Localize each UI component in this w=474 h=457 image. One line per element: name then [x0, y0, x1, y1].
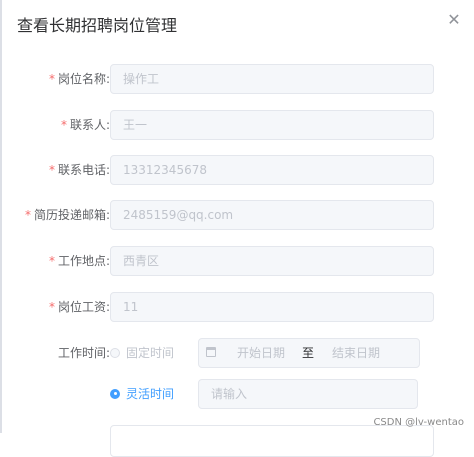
date-range-picker[interactable]: 开始日期 至 结束日期	[198, 338, 420, 368]
contact-person-input[interactable]: 王一	[110, 110, 434, 140]
calendar-icon	[206, 347, 216, 357]
field-label-text: 联系人:	[69, 118, 110, 132]
field-label-text: 岗位名称:	[57, 72, 110, 86]
form-row-flexible-time: 灵活时间 请输入	[0, 379, 474, 409]
field-label-text: 简历投递邮箱:	[33, 208, 110, 222]
dialog-title: 查看长期招聘岗位管理	[17, 16, 178, 35]
range-start-input[interactable]: 开始日期	[237, 339, 285, 367]
form-row-work-time: 工作时间: 固定时间 开始日期 至 结束日期	[0, 338, 474, 368]
field-label-text: 岗位工资:	[57, 300, 110, 314]
fixed-time-radio[interactable]: 固定时间	[110, 338, 174, 368]
required-asterisk: *	[48, 254, 55, 268]
contact-phone-input[interactable]: 13312345678	[110, 155, 434, 185]
flexible-time-label: 灵活时间	[126, 387, 175, 401]
field-label: * 联系人:	[61, 110, 110, 140]
required-asterisk: *	[24, 208, 31, 222]
field-label: * 工作地点:	[49, 246, 110, 276]
form-row-position-name: * 岗位名称: 操作工	[0, 64, 474, 94]
field-label-text: 工作地点:	[57, 254, 110, 268]
required-asterisk: *	[48, 300, 55, 314]
flexible-time-input[interactable]: 请输入	[198, 379, 418, 409]
watermark: CSDN @lv-wentao	[373, 417, 464, 428]
required-asterisk: *	[60, 118, 67, 132]
field-label: * 岗位工资:	[49, 292, 110, 322]
required-asterisk: *	[48, 163, 55, 177]
radio-circle-icon	[110, 347, 120, 358]
work-location-input[interactable]: 西青区	[110, 246, 434, 276]
form-row-resume-email: * 简历投递邮箱: 2485159@qq.com	[0, 200, 474, 230]
field-label: * 岗位名称:	[49, 64, 110, 94]
range-end-input[interactable]: 结束日期	[332, 339, 380, 367]
next-field-input[interactable]	[110, 425, 434, 457]
salary-input[interactable]: 11	[110, 292, 434, 322]
required-asterisk: *	[48, 72, 55, 86]
flexible-time-radio[interactable]: 灵活时间	[110, 379, 174, 409]
close-icon[interactable]: ✕	[446, 12, 462, 28]
range-separator: 至	[302, 346, 315, 360]
form-row-contact-phone: * 联系电话: 13312345678	[0, 155, 474, 185]
position-name-input[interactable]: 操作工	[110, 64, 434, 94]
fixed-time-label: 固定时间	[126, 346, 175, 360]
work-time-label: 工作时间:	[57, 346, 110, 360]
form-row-contact-person: * 联系人: 王一	[0, 110, 474, 140]
resume-email-input[interactable]: 2485159@qq.com	[110, 200, 434, 230]
field-label: * 联系电话:	[49, 155, 110, 185]
field-label-text: 联系电话:	[57, 163, 110, 177]
form-row-salary: * 岗位工资: 11	[0, 292, 474, 322]
radio-checked-icon	[110, 388, 120, 399]
field-label: * 简历投递邮箱:	[25, 200, 110, 230]
form-row-work-location: * 工作地点: 西青区	[0, 246, 474, 276]
